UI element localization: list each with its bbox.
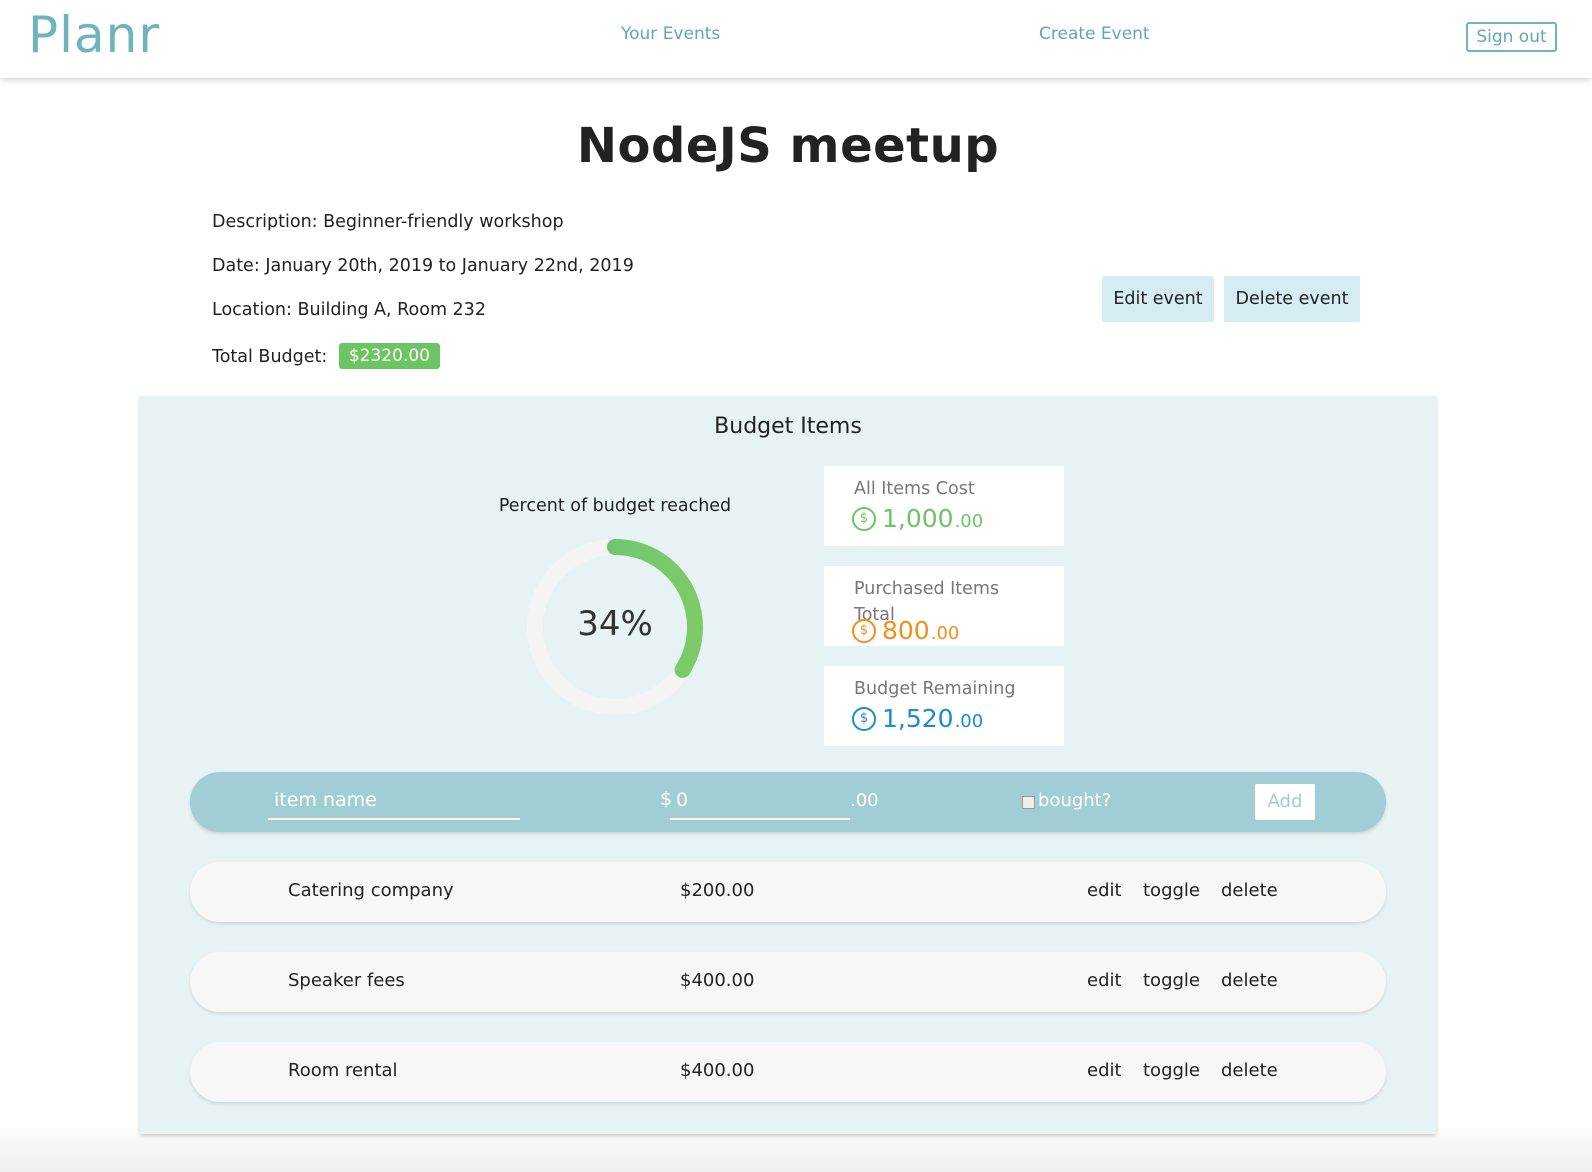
stat-dollars: 1,000 [882, 504, 954, 533]
location-label: Location: [212, 300, 292, 320]
date-value: January 20th, 2019 to January 22nd, 2019 [265, 256, 634, 276]
item-price: $400.00 [680, 1060, 755, 1081]
item-delete-link[interactable]: delete [1221, 970, 1278, 991]
budget-item-row: Catering company $200.00 edit toggle del… [190, 862, 1386, 922]
location-value: Building A, Room 232 [297, 300, 486, 320]
event-date: Date: January 20th, 2019 to January 22nd… [212, 256, 634, 276]
item-toggle-link[interactable]: toggle [1143, 970, 1200, 991]
bought-checkbox[interactable] [1022, 796, 1035, 809]
stat-card-all-items-cost: All Items Cost $ 1,000.00 [824, 466, 1064, 546]
stat-cents: .00 [954, 711, 984, 732]
stat-value: $ 1,520.00 [852, 704, 983, 733]
stat-cents: .00 [930, 623, 960, 644]
description-label: Description: [212, 212, 318, 232]
stat-label: All Items Cost [854, 479, 975, 499]
item-delete-link[interactable]: delete [1221, 880, 1278, 901]
item-toggle-link[interactable]: toggle [1143, 880, 1200, 901]
item-toggle-link[interactable]: toggle [1143, 1060, 1200, 1081]
top-navbar: Planr Your Events Create Event Sign out [0, 0, 1592, 78]
delete-event-button[interactable]: Delete event [1224, 276, 1360, 322]
budget-badge: $2320.00 [338, 343, 440, 369]
date-label: Date: [212, 256, 260, 276]
stat-card-purchased-total: Purchased Items Total $ 800.00 [824, 566, 1064, 646]
edit-event-button[interactable]: Edit event [1102, 276, 1214, 322]
sign-out-button[interactable]: Sign out [1466, 22, 1557, 52]
nav-create-event[interactable]: Create Event [1039, 24, 1150, 44]
event-location: Location: Building A, Room 232 [212, 300, 486, 320]
item-name-input[interactable] [268, 782, 520, 820]
nav-your-events[interactable]: Your Events [621, 24, 720, 44]
stat-value: $ 800.00 [852, 616, 959, 645]
budget-label: Total Budget: [212, 347, 328, 367]
bought-label: bought? [1038, 790, 1112, 811]
stat-dollars: 1,520 [882, 704, 954, 733]
item-name: Room rental [288, 1060, 398, 1081]
item-amount-input[interactable] [670, 782, 850, 820]
stat-label: Budget Remaining [854, 679, 1016, 699]
budget-items-panel: Budget Items Percent of budget reached 3… [140, 396, 1436, 1134]
description-value: Beginner-friendly workshop [323, 212, 564, 232]
gauge-caption: Percent of budget reached [498, 496, 732, 516]
item-delete-link[interactable]: delete [1221, 1060, 1278, 1081]
dollar-coin-icon: $ [852, 506, 876, 531]
budget-item-row: Speaker fees $400.00 edit toggle delete [190, 952, 1386, 1012]
event-total-budget: Total Budget: $2320.00 [212, 343, 440, 370]
stat-value: $ 1,000.00 [852, 504, 983, 533]
stat-cents: .00 [954, 511, 984, 532]
dollar-coin-icon: $ [852, 618, 876, 643]
stat-dollars: 800 [882, 616, 930, 645]
event-description: Description: Beginner-friendly workshop [212, 212, 564, 232]
item-price: $200.00 [680, 880, 755, 901]
dollar-coin-icon: $ [852, 706, 876, 731]
item-price: $400.00 [680, 970, 755, 991]
app-logo[interactable]: Planr [28, 6, 160, 64]
stat-card-budget-remaining: Budget Remaining $ 1,520.00 [824, 666, 1064, 746]
item-edit-link[interactable]: edit [1087, 1060, 1122, 1081]
gauge-percent-text: 34% [577, 604, 653, 644]
item-name: Catering company [288, 880, 454, 901]
add-item-form: $ .00 bought? Add [190, 772, 1386, 832]
item-edit-link[interactable]: edit [1087, 880, 1122, 901]
item-name: Speaker fees [288, 970, 405, 991]
item-edit-link[interactable]: edit [1087, 970, 1122, 991]
budget-item-row: Room rental $400.00 edit toggle delete [190, 1042, 1386, 1102]
cents-suffix: .00 [850, 790, 879, 811]
page-footer-shade [0, 1128, 1592, 1172]
event-title: NodeJS meetup [576, 118, 1000, 174]
add-item-button[interactable]: Add [1255, 784, 1315, 820]
panel-title: Budget Items [714, 414, 862, 439]
